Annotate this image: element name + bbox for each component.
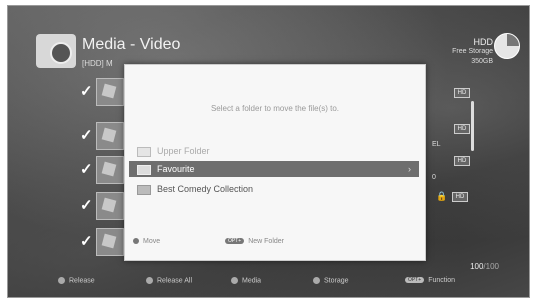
lock-icon: 🔒 [436,191,448,201]
function-button[interactable]: OPT+ Function [405,277,455,284]
red-key-icon [58,277,65,284]
check-icon: ✓ [80,197,93,214]
video-thumbnail [96,192,124,220]
storage-button[interactable]: Storage [313,277,349,284]
check-icon: ✓ [80,233,93,250]
video-thumbnail [96,156,124,184]
tv-screen: Media - Video [HDD] M HDD Free Storage 3… [7,5,530,298]
opt-key-icon: OPT+ [405,277,425,284]
yellow-key-icon [231,277,238,284]
item-counter: 100/100 [470,262,499,271]
storage-pie-icon [494,33,520,59]
page-title: Media - Video [82,36,181,53]
free-storage-value: 350GB [471,58,493,65]
opt-key-icon: OPT+ [225,238,245,245]
check-icon: ✓ [80,127,93,144]
video-thumbnail [96,78,124,106]
blue-key-icon [313,277,320,284]
dialog-prompt: Select a folder to move the file(s) to. [210,104,340,113]
video-thumbnail [96,122,124,150]
move-button[interactable]: Move [133,238,160,245]
folder-item-upper[interactable]: Upper Folder [129,143,419,159]
side-text: EL [432,141,441,148]
footer-bar: Release Release All Media Storage OPT+ Fu… [8,274,529,294]
hd-badge: HD [454,88,470,98]
ok-key-icon [133,238,139,245]
folder-icon [137,184,151,195]
green-key-icon [146,277,153,284]
folder-icon [137,146,151,157]
media-button[interactable]: Media [231,277,261,284]
folder-item-best-comedy[interactable]: Best Comedy Collection [129,181,419,197]
hd-badge: HD [452,192,468,202]
breadcrumb: [HDD] M [82,59,113,68]
chevron-right-icon: › [408,164,411,174]
release-all-button[interactable]: Release All [146,277,192,284]
hdd-label: HDD [473,37,494,47]
new-folder-button[interactable]: OPT+ New Folder [225,238,284,245]
storage-info: HDD Free Storage 350GB [452,37,493,67]
hd-badge: HD [454,124,470,134]
release-button[interactable]: Release [58,277,95,284]
hd-badge: HD [454,156,470,166]
move-folder-dialog: Select a folder to move the file(s) to. … [124,64,426,261]
check-icon: ✓ [80,161,93,178]
scrollbar[interactable] [471,101,474,151]
folder-item-favourite[interactable]: Favourite › [129,161,419,177]
video-thumbnail [96,228,124,256]
free-storage-label: Free Storage [452,48,493,55]
check-icon: ✓ [80,83,93,100]
video-icon [36,34,76,68]
folder-icon [137,164,151,175]
dialog-footer: Move OPT+ New Folder [125,235,425,255]
side-text: 0 [432,174,436,181]
